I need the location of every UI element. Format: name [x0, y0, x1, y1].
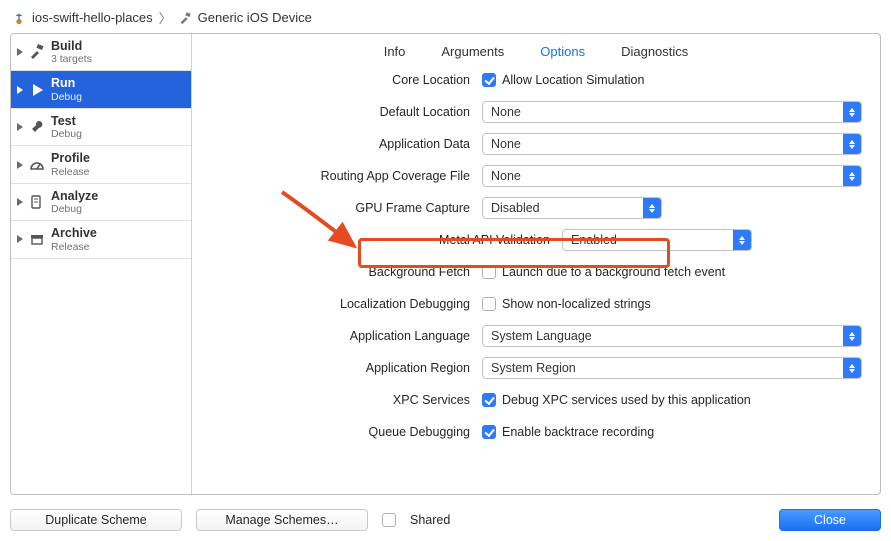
application-language-label: Application Language: [192, 329, 482, 343]
sidebar-item-label: Archive: [51, 226, 97, 240]
xpc-services-label: XPC Services: [192, 393, 482, 407]
sidebar-item-run[interactable]: RunDebug: [11, 71, 191, 108]
chevron-updown-icon: [843, 134, 861, 154]
disclosure-icon: [17, 161, 23, 169]
queue-debugging-text: Enable backtrace recording: [502, 425, 654, 439]
hammer-icon: [29, 44, 45, 60]
routing-file-select[interactable]: None: [482, 165, 862, 187]
disclosure-icon: [17, 235, 23, 243]
sidebar-item-sub: Debug: [51, 203, 98, 215]
gauge-icon: [29, 157, 45, 173]
gpu-frame-capture-label: GPU Frame Capture: [192, 201, 482, 215]
shared-label: Shared: [410, 513, 450, 527]
app-icon: [12, 11, 26, 25]
wrench-icon: [29, 119, 45, 135]
background-fetch-text: Launch due to a background fetch event: [502, 265, 725, 279]
options-form: Core Location Allow Location Simulation …: [192, 67, 880, 494]
archive-icon: [29, 231, 45, 247]
default-location-label: Default Location: [192, 105, 482, 119]
application-data-select[interactable]: None: [482, 133, 862, 155]
sidebar-item-label: Test: [51, 114, 82, 128]
xpc-services-checkbox[interactable]: [482, 393, 496, 407]
application-region-label: Application Region: [192, 361, 482, 375]
duplicate-scheme-button[interactable]: Duplicate Scheme: [10, 509, 182, 531]
chevron-updown-icon: [843, 358, 861, 378]
manage-schemes-button[interactable]: Manage Schemes…: [196, 509, 368, 531]
play-icon: [29, 82, 45, 98]
tab-diagnostics[interactable]: Diagnostics: [621, 44, 688, 59]
disclosure-icon: [17, 48, 23, 56]
close-button[interactable]: Close: [779, 509, 881, 531]
background-fetch-checkbox[interactable]: [482, 265, 496, 279]
tab-bar: Info Arguments Options Diagnostics: [192, 34, 880, 67]
breadcrumb: ios-swift-hello-places 〉 Generic iOS Dev…: [10, 6, 881, 33]
analyze-icon: [29, 194, 45, 210]
breadcrumb-target[interactable]: Generic iOS Device: [198, 10, 312, 25]
sidebar-item-sub: Release: [51, 241, 97, 253]
core-location-label: Core Location: [192, 73, 482, 87]
chevron-updown-icon: [843, 166, 861, 186]
disclosure-icon: [17, 86, 23, 94]
footer-bar: Duplicate Scheme Manage Schemes… Shared …: [10, 509, 881, 531]
sidebar-item-label: Profile: [51, 151, 90, 165]
queue-debugging-checkbox[interactable]: [482, 425, 496, 439]
tab-options[interactable]: Options: [540, 44, 585, 59]
shared-checkbox[interactable]: [382, 513, 396, 527]
content-pane: Info Arguments Options Diagnostics Core …: [192, 34, 880, 494]
hammer-icon: [178, 11, 192, 25]
default-location-select[interactable]: None: [482, 101, 862, 123]
application-data-label: Application Data: [192, 137, 482, 151]
chevron-updown-icon: [843, 326, 861, 346]
application-language-select[interactable]: System Language: [482, 325, 862, 347]
disclosure-icon: [17, 198, 23, 206]
tab-info[interactable]: Info: [384, 44, 406, 59]
allow-location-text: Allow Location Simulation: [502, 73, 644, 87]
application-region-select[interactable]: System Region: [482, 357, 862, 379]
sidebar-item-sub: Debug: [51, 91, 82, 103]
sidebar-item-label: Run: [51, 76, 82, 90]
gpu-frame-capture-select[interactable]: Disabled: [482, 197, 662, 219]
queue-debugging-label: Queue Debugging: [192, 425, 482, 439]
routing-file-label: Routing App Coverage File: [192, 169, 482, 183]
main-frame: Build3 targets RunDebug TestDebug Profil…: [10, 33, 881, 495]
sidebar-item-test[interactable]: TestDebug: [11, 109, 191, 146]
sidebar-item-sub: Release: [51, 166, 90, 178]
localization-debugging-checkbox[interactable]: [482, 297, 496, 311]
sidebar-item-label: Build: [51, 39, 92, 53]
xpc-services-text: Debug XPC services used by this applicat…: [502, 393, 751, 407]
sidebar-item-sub: Debug: [51, 128, 82, 140]
chevron-updown-icon: [843, 102, 861, 122]
sidebar-item-profile[interactable]: ProfileRelease: [11, 146, 191, 183]
disclosure-icon: [17, 123, 23, 131]
background-fetch-label: Background Fetch: [192, 265, 482, 279]
metal-validation-select[interactable]: Enabled: [562, 229, 752, 251]
tab-arguments[interactable]: Arguments: [441, 44, 504, 59]
allow-location-checkbox[interactable]: [482, 73, 496, 87]
chevron-updown-icon: [733, 230, 751, 250]
localization-debugging-text: Show non-localized strings: [502, 297, 651, 311]
chevron-updown-icon: [643, 198, 661, 218]
sidebar-item-sub: 3 targets: [51, 53, 92, 65]
sidebar-item-build[interactable]: Build3 targets: [11, 34, 191, 71]
sidebar-item-archive[interactable]: ArchiveRelease: [11, 221, 191, 258]
breadcrumb-separator: 〉: [159, 8, 172, 27]
sidebar-item-label: Analyze: [51, 189, 98, 203]
breadcrumb-project[interactable]: ios-swift-hello-places: [32, 10, 153, 25]
localization-debugging-label: Localization Debugging: [192, 297, 482, 311]
metal-validation-label: Metal API Validation: [192, 233, 562, 247]
sidebar-item-analyze[interactable]: AnalyzeDebug: [11, 184, 191, 221]
sidebar: Build3 targets RunDebug TestDebug Profil…: [11, 34, 192, 494]
